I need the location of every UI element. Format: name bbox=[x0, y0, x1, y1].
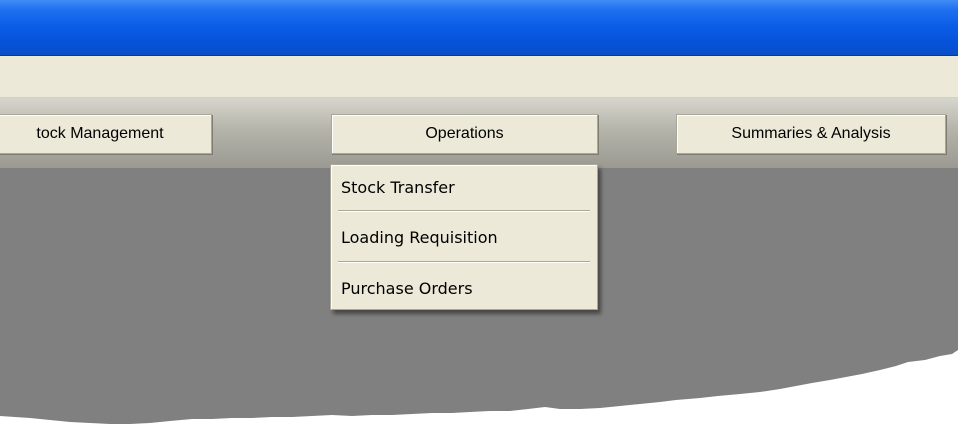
menu-separator bbox=[338, 210, 590, 212]
menu-item-label: Stock Transfer bbox=[341, 177, 455, 197]
stock-management-label: tock Management bbox=[36, 125, 164, 142]
operations-button[interactable]: Operations bbox=[331, 114, 598, 154]
menu-item-loading-requisition[interactable]: Loading Requisition bbox=[331, 215, 597, 259]
stock-management-button[interactable]: tock Management bbox=[0, 114, 212, 154]
menu-separator bbox=[338, 261, 590, 263]
menu-bar bbox=[0, 56, 958, 98]
summaries-analysis-label: Summaries & Analysis bbox=[731, 125, 891, 142]
operations-label: Operations bbox=[425, 125, 504, 142]
operations-dropdown-menu: Stock Transfer Loading Requisition Purch… bbox=[330, 164, 598, 310]
menu-item-label: Purchase Orders bbox=[341, 278, 473, 298]
summaries-analysis-button[interactable]: Summaries & Analysis bbox=[676, 114, 946, 154]
menu-item-label: Loading Requisition bbox=[341, 227, 498, 247]
menu-item-stock-transfer[interactable]: Stock Transfer bbox=[331, 165, 597, 209]
window-title-bar[interactable] bbox=[0, 0, 958, 56]
menu-item-purchase-orders[interactable]: Purchase Orders bbox=[331, 266, 597, 310]
